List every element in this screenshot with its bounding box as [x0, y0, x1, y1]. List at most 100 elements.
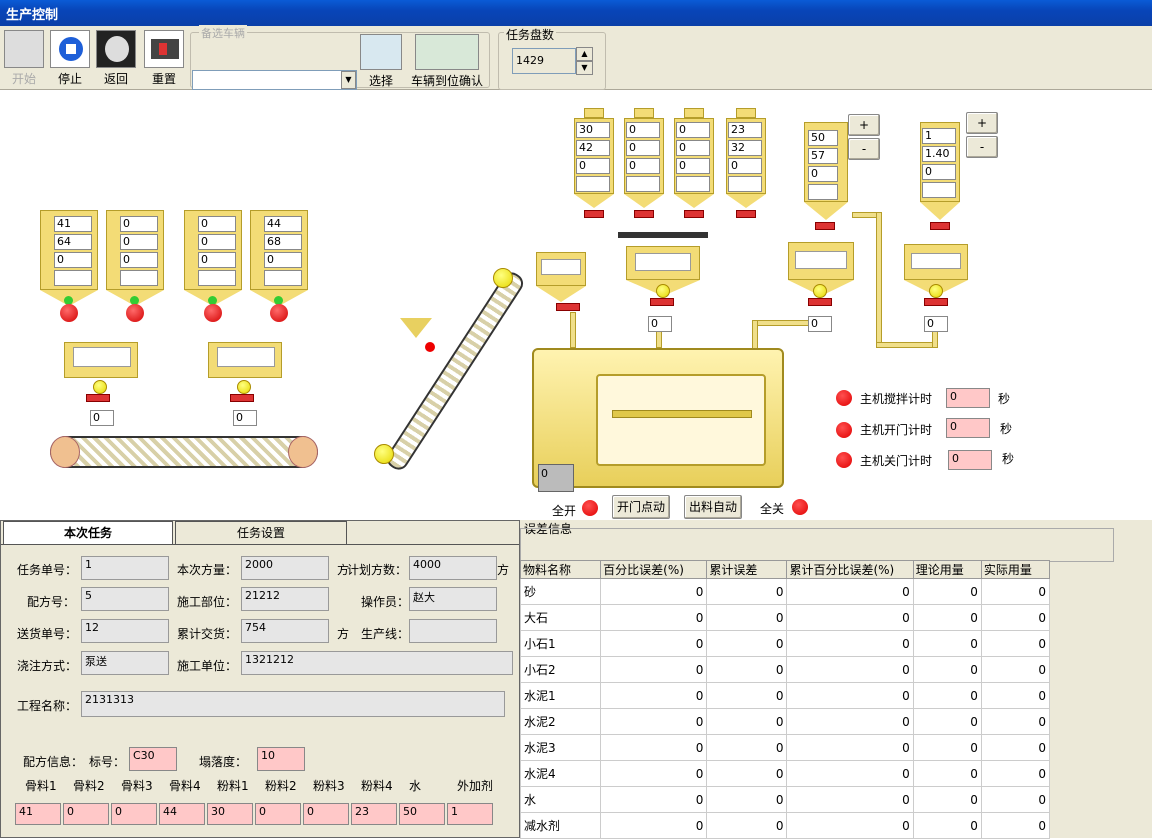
chevron-down-icon[interactable]: ▼ — [341, 71, 356, 89]
mix-col-value[interactable]: 30 — [207, 803, 253, 825]
column-header[interactable]: 理论用量 — [912, 560, 982, 579]
mix-col-value[interactable]: 44 — [159, 803, 205, 825]
pour-label: 浇注方式： — [17, 659, 78, 673]
part-field[interactable]: 21212 — [241, 587, 329, 611]
project-field[interactable]: 2131313 — [81, 691, 505, 717]
delivery-field[interactable]: 12 — [81, 619, 169, 643]
spin-up-icon[interactable]: ▲ — [576, 47, 593, 61]
mix-col-value[interactable]: 1 — [447, 803, 493, 825]
tab-current-task[interactable]: 本次任务 — [3, 521, 173, 545]
water-minus-button[interactable]: - — [848, 138, 880, 160]
pour-field[interactable]: 泵送 — [81, 651, 169, 675]
operator-field[interactable]: 赵大 — [409, 587, 497, 611]
table-row[interactable]: 小石1 0 0 0 0 0 — [520, 630, 1050, 657]
agg-bin-4-gate[interactable] — [270, 304, 288, 322]
mix-col-value[interactable]: 50 — [399, 803, 445, 825]
mix-col-value[interactable]: 0 — [255, 803, 301, 825]
additive-scale-valve[interactable] — [924, 298, 948, 306]
powder-silo-2-value-4 — [626, 176, 660, 192]
table-row[interactable]: 砂00000 — [520, 578, 1050, 605]
material-name-cell: 小石1 — [520, 630, 602, 657]
additive-valve[interactable] — [930, 222, 950, 230]
table-row[interactable]: 水泥2 0 0 0 0 0 — [520, 708, 1050, 735]
column-header[interactable]: 实际用量 — [980, 560, 1050, 579]
value-cell: 0 — [912, 786, 982, 813]
column-header[interactable]: 累计百分比误差(%) — [786, 560, 914, 579]
value-cell: 0 — [912, 760, 982, 787]
vehicle-arrived-button[interactable]: 车辆到位确认 — [408, 34, 486, 92]
small-hopper — [536, 252, 586, 286]
grade-field[interactable]: C30 — [129, 747, 177, 771]
cumulative-field[interactable]: 754 — [241, 619, 329, 643]
task-count-spinner[interactable]: ▲ ▼ — [576, 47, 593, 75]
recipe-field[interactable]: 5 — [81, 587, 169, 611]
agg-valve-2[interactable] — [230, 394, 254, 402]
water-valve[interactable] — [815, 222, 835, 230]
reset-icon — [144, 30, 184, 68]
mix-col-value[interactable]: 23 — [351, 803, 397, 825]
door-open-timer-value[interactable]: 0 — [946, 418, 990, 438]
powder-silo-4-valve[interactable] — [736, 210, 756, 218]
water-plus-button[interactable]: + — [848, 114, 880, 136]
table-row[interactable]: 水泥1 0 0 0 0 0 — [520, 682, 1050, 709]
agg-bin-1-value-4 — [54, 270, 92, 286]
tab-task-settings[interactable]: 任务设置 — [175, 521, 347, 545]
mix-col-value[interactable]: 0 — [63, 803, 109, 825]
slump-field[interactable]: 10 — [257, 747, 305, 771]
water-scale-valve[interactable] — [808, 298, 832, 306]
column-header[interactable]: 物料名称 — [520, 560, 602, 579]
table-row[interactable]: 大石 0 0 0 0 0 — [520, 604, 1050, 631]
truck-icon — [360, 34, 402, 70]
material-name-cell: 水泥2 — [520, 708, 602, 735]
table-row[interactable]: 小石2 0 0 0 0 0 — [520, 656, 1050, 683]
agg-bin-2-gate[interactable] — [126, 304, 144, 322]
mix-col-value[interactable]: 0 — [111, 803, 157, 825]
value-cell: 0 — [706, 734, 788, 761]
task-no-field[interactable]: 1 — [81, 556, 169, 580]
column-header[interactable]: 累计误差 — [706, 560, 788, 579]
agg-bin-1-value-2: 64 — [54, 234, 92, 250]
auto-discharge-button[interactable]: 出料自动 — [684, 495, 742, 519]
task-count-input[interactable]: 1429 — [512, 48, 576, 74]
mix-timer-label: 主机搅拌计时 — [860, 392, 933, 406]
water-value-2: 57 — [808, 148, 838, 164]
plan-field[interactable]: 4000 — [409, 556, 497, 580]
additive-minus-button[interactable]: - — [966, 136, 998, 158]
all-open-button[interactable] — [582, 500, 598, 516]
back-button[interactable]: 返回 — [94, 30, 138, 88]
reset-button[interactable]: 重置 — [140, 30, 188, 88]
powder-scale-valve[interactable] — [650, 298, 674, 306]
start-button[interactable]: 开始 — [2, 30, 46, 88]
powder-silo-1-valve[interactable] — [584, 210, 604, 218]
table-row[interactable]: 水00000 — [520, 786, 1050, 813]
mix-col-value[interactable]: 41 — [15, 803, 61, 825]
incline-roller-bottom — [374, 444, 394, 464]
door-close-timer-value[interactable]: 0 — [948, 450, 992, 470]
part-label: 施工部位： — [177, 595, 238, 609]
door-jog-button[interactable]: 开门点动 — [612, 495, 670, 519]
spin-down-icon[interactable]: ▼ — [576, 61, 593, 75]
agg-valve-1[interactable] — [86, 394, 110, 402]
value-cell: 0 — [706, 578, 788, 605]
additive-scale-indicator — [929, 284, 943, 298]
column-header[interactable]: 百分比误差(%) — [600, 560, 708, 579]
volume-field[interactable]: 2000 — [241, 556, 329, 580]
table-row[interactable]: 减水剂 0 0 0 0 0 — [520, 812, 1050, 839]
table-row[interactable]: 水泥3 0 0 0 0 0 — [520, 734, 1050, 761]
line-field[interactable] — [409, 619, 497, 643]
table-row[interactable]: 水泥4 0 0 0 0 0 — [520, 760, 1050, 787]
value-cell: 0 — [600, 682, 708, 709]
vehicle-select[interactable] — [192, 70, 357, 90]
stop-button[interactable]: 停止 — [48, 30, 92, 88]
mix-col-value[interactable]: 0 — [303, 803, 349, 825]
unit-field[interactable]: 1321212 — [241, 651, 513, 675]
powder-silo-2-valve[interactable] — [634, 210, 654, 218]
all-close-button[interactable] — [792, 499, 808, 515]
mix-timer-value[interactable]: 0 — [946, 388, 990, 408]
additive-plus-button[interactable]: + — [966, 112, 998, 134]
small-hopper-valve[interactable] — [556, 303, 580, 311]
agg-bin-1-gate[interactable] — [60, 304, 78, 322]
powder-silo-3-valve[interactable] — [684, 210, 704, 218]
agg-bin-3-gate[interactable] — [204, 304, 222, 322]
select-vehicle-button[interactable]: 选择 — [358, 34, 404, 92]
